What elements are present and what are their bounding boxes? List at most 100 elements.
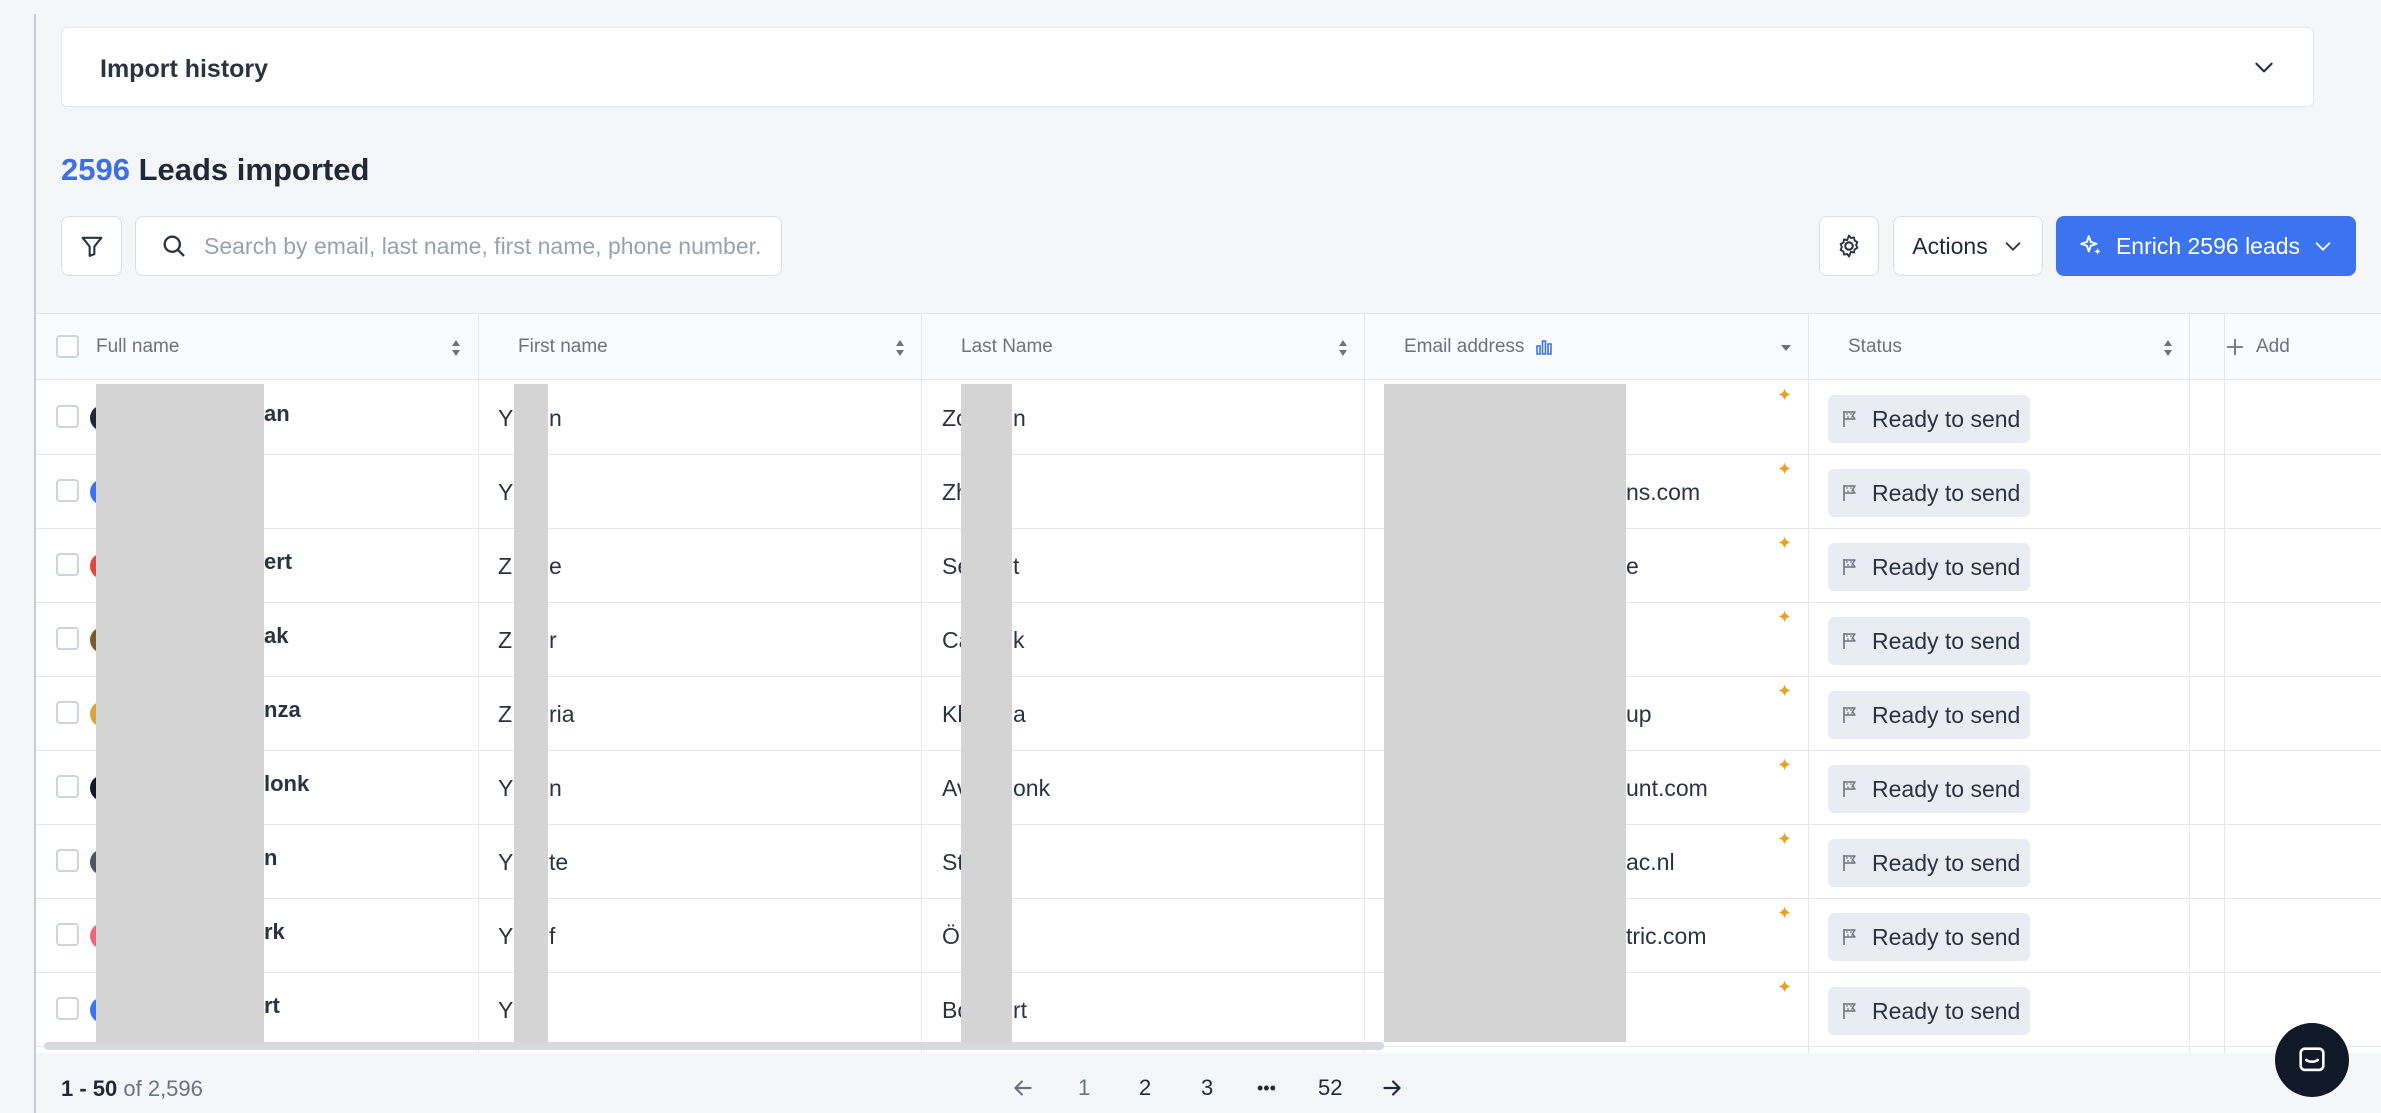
status-badge[interactable]: Ready to send (1828, 987, 2030, 1035)
table-row[interactable]: an Yn Zo n ✦ Ready to send (36, 381, 2381, 455)
caret-down-icon[interactable] (1778, 340, 1794, 356)
row-checkbox[interactable] (56, 997, 79, 1020)
select-all-checkbox[interactable] (56, 335, 79, 358)
chat-icon (2299, 1047, 2325, 1072)
chevron-down-icon (2005, 242, 2021, 251)
column-first-name[interactable]: First name (518, 314, 608, 380)
status-label: Ready to send (1872, 775, 2021, 802)
table-row[interactable]: rk Yf Ötric.com ✦ Ready to send (36, 899, 2381, 973)
column-last-name[interactable]: Last Name (961, 314, 1053, 380)
page-range-value: 1 - 50 (61, 1076, 118, 1101)
status-badge[interactable]: Ready to send (1828, 395, 2030, 443)
sort-icon[interactable] (1335, 336, 1351, 360)
full-name-cell: lonk (264, 771, 310, 796)
table-row[interactable]: lonk Yn Av onk unt.com ✦ Ready to send (36, 751, 2381, 825)
page-range: 1 - 50 of 2,596 (61, 1076, 203, 1102)
page-2[interactable]: 2 (1139, 1070, 1151, 1106)
row-checkbox[interactable] (56, 923, 79, 946)
row-checkbox[interactable] (56, 627, 79, 650)
arrow-left-icon (1014, 1080, 1032, 1096)
column-status[interactable]: Status (1848, 314, 1902, 380)
status-badge[interactable]: Ready to send (1828, 913, 2030, 961)
sparkle-icon: ✦ (1777, 977, 1793, 997)
redaction-block (1384, 384, 1626, 1042)
first-name-cell-start: Y (498, 478, 514, 505)
status-label: Ready to send (1872, 405, 2021, 432)
first-name-cell-start: Z (498, 700, 513, 727)
flag-icon (1843, 929, 1856, 945)
email-cell: e (1626, 552, 1639, 579)
table-header: Full name First name Last Name Email add… (36, 314, 2381, 380)
search-input[interactable] (204, 232, 764, 260)
row-checkbox[interactable] (56, 553, 79, 576)
page-3[interactable]: 3 (1201, 1070, 1213, 1106)
import-history-panel[interactable]: Import history (61, 27, 2314, 107)
first-name-cell-start: Y (498, 996, 514, 1023)
add-column-button[interactable]: Add (2224, 314, 2290, 380)
enrich-leads-button[interactable]: Enrich 2596 leads (2056, 216, 2356, 276)
column-email-label: Email address (1404, 336, 1525, 357)
first-name-cell-end: te (549, 848, 569, 875)
flag-icon (1843, 781, 1856, 797)
column-full-name[interactable]: Full name (96, 314, 179, 380)
row-checkbox[interactable] (56, 479, 79, 502)
table-row[interactable]: Y Zh ns.com ✦ Ready to send (36, 455, 2381, 529)
column-email[interactable]: Email address (1404, 314, 1554, 380)
status-label: Ready to send (1872, 553, 2021, 580)
row-checkbox[interactable] (56, 701, 79, 724)
status-badge[interactable]: Ready to send (1828, 543, 2030, 591)
redaction-block (514, 384, 548, 1042)
status-label: Ready to send (1872, 701, 2021, 728)
settings-button[interactable] (1819, 216, 1879, 276)
table-row[interactable]: ert Ze Se t e ✦ Ready to send (36, 529, 2381, 603)
sparkle-icon: ✦ (1777, 607, 1793, 627)
page-1[interactable]: 1 (1078, 1070, 1090, 1106)
table-row[interactable]: nza Zria Kh a up ✦ Ready to send (36, 677, 2381, 751)
full-name-cell: ert (264, 549, 293, 574)
filter-button[interactable] (61, 216, 122, 276)
search-box[interactable] (135, 216, 782, 276)
last-name-cell-end: rt (1013, 996, 1028, 1023)
row-checkbox[interactable] (56, 849, 79, 872)
actions-label: Actions (1912, 232, 1988, 259)
sparkle-icon: ✦ (1777, 755, 1793, 775)
page-ellipsis[interactable]: ••• (1257, 1070, 1276, 1106)
flag-icon (1843, 411, 1856, 427)
email-cell: unt.com (1626, 774, 1708, 801)
sort-icon[interactable] (448, 336, 464, 360)
sort-icon[interactable] (892, 336, 908, 360)
status-badge[interactable]: Ready to send (1828, 691, 2030, 739)
row-checkbox[interactable] (56, 775, 79, 798)
flag-icon (1843, 559, 1856, 575)
horizontal-scrollbar[interactable] (44, 1042, 1384, 1050)
status-badge[interactable]: Ready to send (1828, 617, 2030, 665)
chat-launcher-button[interactable] (2275, 1023, 2349, 1097)
page-range-total: of 2,596 (117, 1076, 203, 1101)
email-cell: tric.com (1626, 922, 1707, 949)
flag-icon (1843, 855, 1856, 871)
chevron-down-icon[interactable] (2251, 54, 2277, 85)
status-badge[interactable]: Ready to send (1828, 839, 2030, 887)
last-name-cell-end: t (1013, 552, 1020, 579)
flag-icon (1843, 1003, 1856, 1019)
bar-chart-icon[interactable] (1534, 337, 1554, 357)
filter-icon (81, 236, 102, 257)
search-icon (163, 235, 185, 257)
status-badge[interactable]: Ready to send (1828, 765, 2030, 813)
redaction-block (961, 384, 1012, 1042)
table-row[interactable]: ak Zr Ca k ✦ Ready to send (36, 603, 2381, 677)
row-checkbox[interactable] (56, 405, 79, 428)
first-name-cell-end: e (549, 552, 562, 579)
status-badge[interactable]: Ready to send (1828, 469, 2030, 517)
first-name-cell-start: Z (498, 626, 513, 653)
full-name-cell: rk (264, 919, 285, 944)
actions-button[interactable]: Actions (1893, 216, 2043, 276)
table-row[interactable]: n Yte St ac.nl ✦ Ready to send (36, 825, 2381, 899)
prev-page-button[interactable] (1010, 1070, 1036, 1106)
last-name-cell-end: onk (1013, 774, 1051, 801)
sort-icon[interactable] (2160, 336, 2176, 360)
page-52[interactable]: 52 (1318, 1070, 1342, 1106)
next-page-button[interactable] (1379, 1070, 1405, 1106)
table-row[interactable]: rt Y Bo rt ✦ Ready to send (36, 973, 2381, 1047)
first-name-cell-start: Y (498, 774, 514, 801)
